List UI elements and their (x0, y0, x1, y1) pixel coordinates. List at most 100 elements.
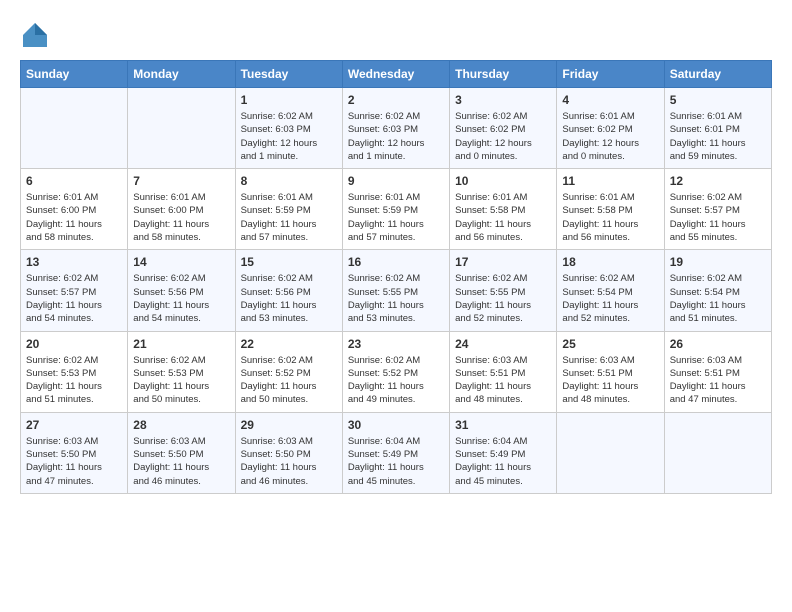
day-number: 21 (133, 337, 229, 351)
calendar-day-cell: 27 Sunrise: 6:03 AM Sunset: 5:50 PM Dayli… (21, 412, 128, 493)
calendar-day-cell (21, 88, 128, 169)
day-number: 2 (348, 93, 444, 107)
calendar-day-cell: 19 Sunrise: 6:02 AM Sunset: 5:54 PM Dayli… (664, 250, 771, 331)
calendar-day-cell: 12 Sunrise: 6:02 AM Sunset: 5:57 PM Dayli… (664, 169, 771, 250)
calendar-day-cell: 18Sunrise: 6:02 AM Sunset: 5:54 PM Dayli… (557, 250, 664, 331)
day-info: Sunrise: 6:04 AM Sunset: 5:49 PM Dayligh… (455, 435, 551, 488)
day-number: 30 (348, 418, 444, 432)
calendar-day-header: Sunday (21, 61, 128, 88)
calendar-day-cell: 23 Sunrise: 6:02 AM Sunset: 5:52 PM Dayli… (342, 331, 449, 412)
calendar-day-cell: 31Sunrise: 6:04 AM Sunset: 5:49 PM Dayli… (450, 412, 557, 493)
day-info: Sunrise: 6:02 AM Sunset: 5:56 PM Dayligh… (133, 272, 229, 325)
day-number: 8 (241, 174, 337, 188)
day-number: 19 (670, 255, 766, 269)
calendar-day-cell: 13 Sunrise: 6:02 AM Sunset: 5:57 PM Dayli… (21, 250, 128, 331)
day-number: 16 (348, 255, 444, 269)
calendar-week-row: 1 Sunrise: 6:02 AM Sunset: 6:03 PM Daylig… (21, 88, 772, 169)
day-number: 10 (455, 174, 551, 188)
day-number: 5 (670, 93, 766, 107)
day-number: 17 (455, 255, 551, 269)
day-number: 13 (26, 255, 122, 269)
day-info: Sunrise: 6:01 AM Sunset: 5:59 PM Dayligh… (348, 191, 444, 244)
day-info: Sunrise: 6:01 AM Sunset: 6:01 PM Dayligh… (670, 110, 766, 163)
calendar-day-cell: 11 Sunrise: 6:01 AM Sunset: 5:58 PM Dayli… (557, 169, 664, 250)
day-info: Sunrise: 6:02 AM Sunset: 5:53 PM Dayligh… (26, 354, 122, 407)
calendar-table: SundayMondayTuesdayWednesdayThursdayFrid… (20, 60, 772, 494)
calendar-day-cell: 21Sunrise: 6:02 AM Sunset: 5:53 PM Dayli… (128, 331, 235, 412)
calendar-day-cell: 26 Sunrise: 6:03 AM Sunset: 5:51 PM Dayli… (664, 331, 771, 412)
calendar-day-cell: 1 Sunrise: 6:02 AM Sunset: 6:03 PM Daylig… (235, 88, 342, 169)
calendar-day-header: Thursday (450, 61, 557, 88)
day-info: Sunrise: 6:02 AM Sunset: 5:57 PM Dayligh… (26, 272, 122, 325)
calendar-day-cell: 7Sunrise: 6:01 AM Sunset: 6:00 PM Daylig… (128, 169, 235, 250)
day-info: Sunrise: 6:02 AM Sunset: 6:03 PM Dayligh… (348, 110, 444, 163)
day-info: Sunrise: 6:03 AM Sunset: 5:51 PM Dayligh… (562, 354, 658, 407)
calendar-header-row: SundayMondayTuesdayWednesdayThursdayFrid… (21, 61, 772, 88)
calendar-day-cell: 17 Sunrise: 6:02 AM Sunset: 5:55 PM Dayli… (450, 250, 557, 331)
day-number: 24 (455, 337, 551, 351)
day-info: Sunrise: 6:01 AM Sunset: 6:00 PM Dayligh… (133, 191, 229, 244)
calendar-day-cell: 10 Sunrise: 6:01 AM Sunset: 5:58 PM Dayli… (450, 169, 557, 250)
calendar-day-cell (557, 412, 664, 493)
day-number: 20 (26, 337, 122, 351)
day-number: 27 (26, 418, 122, 432)
day-info: Sunrise: 6:02 AM Sunset: 6:02 PM Dayligh… (455, 110, 551, 163)
day-info: Sunrise: 6:02 AM Sunset: 5:52 PM Dayligh… (348, 354, 444, 407)
day-number: 15 (241, 255, 337, 269)
calendar-day-cell: 6 Sunrise: 6:01 AM Sunset: 6:00 PM Daylig… (21, 169, 128, 250)
page-header (20, 20, 772, 50)
day-number: 6 (26, 174, 122, 188)
day-info: Sunrise: 6:02 AM Sunset: 5:52 PM Dayligh… (241, 354, 337, 407)
calendar-week-row: 13 Sunrise: 6:02 AM Sunset: 5:57 PM Dayli… (21, 250, 772, 331)
day-number: 3 (455, 93, 551, 107)
day-number: 23 (348, 337, 444, 351)
calendar-day-cell: 30 Sunrise: 6:04 AM Sunset: 5:49 PM Dayli… (342, 412, 449, 493)
day-number: 25 (562, 337, 658, 351)
calendar-day-cell: 9Sunrise: 6:01 AM Sunset: 5:59 PM Daylig… (342, 169, 449, 250)
day-number: 28 (133, 418, 229, 432)
day-number: 4 (562, 93, 658, 107)
day-number: 12 (670, 174, 766, 188)
calendar-day-header: Monday (128, 61, 235, 88)
day-info: Sunrise: 6:01 AM Sunset: 5:59 PM Dayligh… (241, 191, 337, 244)
calendar-week-row: 20 Sunrise: 6:02 AM Sunset: 5:53 PM Dayli… (21, 331, 772, 412)
calendar-day-cell: 4 Sunrise: 6:01 AM Sunset: 6:02 PM Daylig… (557, 88, 664, 169)
day-number: 11 (562, 174, 658, 188)
calendar-day-cell: 8 Sunrise: 6:01 AM Sunset: 5:59 PM Daylig… (235, 169, 342, 250)
day-info: Sunrise: 6:04 AM Sunset: 5:49 PM Dayligh… (348, 435, 444, 488)
day-info: Sunrise: 6:02 AM Sunset: 5:54 PM Dayligh… (562, 272, 658, 325)
calendar-day-header: Saturday (664, 61, 771, 88)
calendar-week-row: 27 Sunrise: 6:03 AM Sunset: 5:50 PM Dayli… (21, 412, 772, 493)
logo (20, 20, 54, 50)
day-number: 1 (241, 93, 337, 107)
calendar-day-cell (664, 412, 771, 493)
calendar-day-cell: 24 Sunrise: 6:03 AM Sunset: 5:51 PM Dayli… (450, 331, 557, 412)
day-info: Sunrise: 6:02 AM Sunset: 5:54 PM Dayligh… (670, 272, 766, 325)
calendar-day-cell: 5 Sunrise: 6:01 AM Sunset: 6:01 PM Daylig… (664, 88, 771, 169)
calendar-day-cell (128, 88, 235, 169)
calendar-week-row: 6 Sunrise: 6:01 AM Sunset: 6:00 PM Daylig… (21, 169, 772, 250)
day-number: 14 (133, 255, 229, 269)
day-info: Sunrise: 6:03 AM Sunset: 5:50 PM Dayligh… (26, 435, 122, 488)
day-info: Sunrise: 6:02 AM Sunset: 5:55 PM Dayligh… (348, 272, 444, 325)
day-info: Sunrise: 6:03 AM Sunset: 5:51 PM Dayligh… (455, 354, 551, 407)
day-info: Sunrise: 6:02 AM Sunset: 6:03 PM Dayligh… (241, 110, 337, 163)
day-info: Sunrise: 6:01 AM Sunset: 6:02 PM Dayligh… (562, 110, 658, 163)
day-number: 26 (670, 337, 766, 351)
day-info: Sunrise: 6:02 AM Sunset: 5:55 PM Dayligh… (455, 272, 551, 325)
calendar-day-header: Wednesday (342, 61, 449, 88)
calendar-day-cell: 14 Sunrise: 6:02 AM Sunset: 5:56 PM Dayli… (128, 250, 235, 331)
calendar-day-cell: 3 Sunrise: 6:02 AM Sunset: 6:02 PM Daylig… (450, 88, 557, 169)
day-info: Sunrise: 6:01 AM Sunset: 6:00 PM Dayligh… (26, 191, 122, 244)
day-number: 22 (241, 337, 337, 351)
calendar-day-cell: 29Sunrise: 6:03 AM Sunset: 5:50 PM Dayli… (235, 412, 342, 493)
calendar-day-header: Friday (557, 61, 664, 88)
day-info: Sunrise: 6:01 AM Sunset: 5:58 PM Dayligh… (562, 191, 658, 244)
calendar-day-cell: 22 Sunrise: 6:02 AM Sunset: 5:52 PM Dayli… (235, 331, 342, 412)
day-info: Sunrise: 6:03 AM Sunset: 5:51 PM Dayligh… (670, 354, 766, 407)
calendar-day-cell: 25 Sunrise: 6:03 AM Sunset: 5:51 PM Dayli… (557, 331, 664, 412)
day-info: Sunrise: 6:03 AM Sunset: 5:50 PM Dayligh… (241, 435, 337, 488)
calendar-day-cell: 28Sunrise: 6:03 AM Sunset: 5:50 PM Dayli… (128, 412, 235, 493)
day-info: Sunrise: 6:01 AM Sunset: 5:58 PM Dayligh… (455, 191, 551, 244)
day-info: Sunrise: 6:02 AM Sunset: 5:57 PM Dayligh… (670, 191, 766, 244)
